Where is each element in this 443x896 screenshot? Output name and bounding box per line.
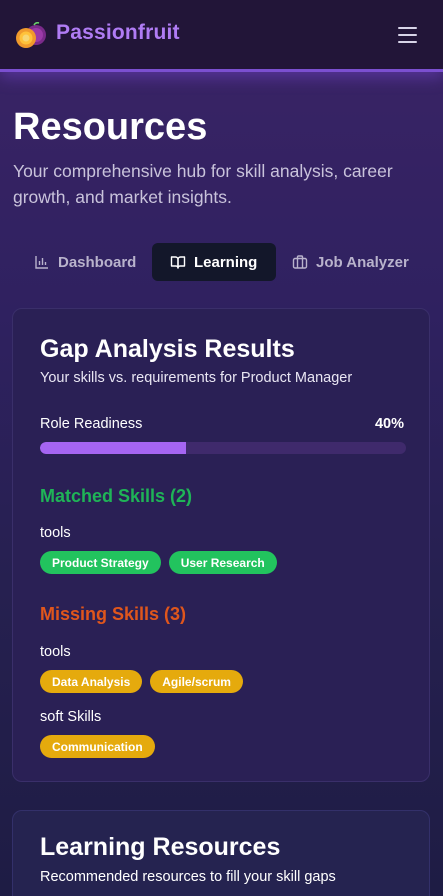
skill-chip-missing: Agile/scrum: [150, 670, 243, 693]
tab-label: Learning: [194, 253, 258, 271]
missing-skills-title: Missing Skills (3): [40, 604, 187, 624]
skill-chip-missing: Communication: [40, 735, 155, 758]
tab-label: Job Analyzer: [316, 253, 409, 271]
matched-skills-chips: Product Strategy User Research: [40, 551, 277, 574]
tab-label: Dashboard: [58, 253, 137, 271]
matched-group-label: tools: [40, 525, 71, 541]
skill-chip-missing: Data Analysis: [40, 670, 143, 693]
matched-skills-title: Matched Skills (2): [40, 486, 193, 506]
readiness-progress-bar: [40, 442, 406, 454]
brand-name[interactable]: Passionfruit: [56, 21, 180, 45]
card-title: Gap Analysis Results: [40, 335, 295, 363]
missing-group-label: soft Skills: [40, 709, 102, 725]
passionfruit-logo-icon[interactable]: [14, 22, 48, 50]
tab-learning[interactable]: Learning: [152, 243, 276, 281]
resource-tabs: Dashboard Learning Job Analyzer: [0, 243, 443, 281]
skill-chip-matched: User Research: [168, 551, 277, 574]
readiness-label: Role Readiness: [40, 416, 143, 432]
readiness-progress-fill: [40, 442, 187, 454]
tab-job-analyzer[interactable]: Job Analyzer: [292, 243, 409, 281]
card-subtitle: Your skills vs. requirements for Product…: [40, 370, 353, 386]
bar-chart-icon: [35, 256, 48, 269]
page-title: Resources: [13, 106, 208, 148]
app-header: Passionfruit: [0, 0, 443, 72]
tab-dashboard[interactable]: Dashboard: [34, 243, 136, 281]
open-book-icon: [170, 256, 186, 269]
missing-group-label: tools: [40, 644, 71, 660]
page-subtitle: Your comprehensive hub for skill analysi…: [13, 161, 393, 207]
hamburger-menu-icon[interactable]: [398, 25, 420, 45]
missing-skills-chips: Data Analysis Agile/scrum: [40, 670, 243, 693]
gap-analysis-card: Gap Analysis Results Your skills vs. req…: [12, 308, 430, 782]
readiness-value: 40%: [374, 416, 404, 432]
card-subtitle: Recommended resources to fill your skill…: [40, 869, 336, 885]
briefcase-icon: [292, 255, 308, 269]
card-title: Learning Resources: [40, 833, 281, 861]
missing-soft-skills-chips: Communication: [40, 735, 155, 758]
learning-resources-card: Learning Resources Recommended resources…: [12, 810, 430, 896]
skill-chip-matched: Product Strategy: [40, 551, 161, 574]
